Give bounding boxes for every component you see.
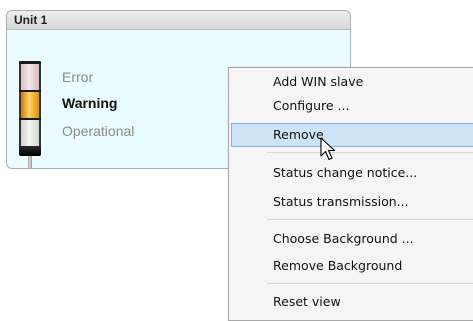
- status-operational-label: Operational: [62, 123, 135, 139]
- menu-item-status-transmission[interactable]: Status transmission...: [231, 190, 473, 214]
- operational-lamp: [19, 120, 41, 146]
- context-menu: Add WIN slave Configure ... Remove Statu…: [228, 67, 473, 321]
- menu-item-add-win-slave[interactable]: Add WIN slave: [231, 70, 473, 94]
- menu-item-remove[interactable]: Remove: [231, 123, 473, 147]
- signal-tower: [19, 61, 41, 168]
- menu-item-choose-background[interactable]: Choose Background ...: [231, 227, 473, 251]
- warning-lamp: [19, 92, 41, 118]
- error-lamp: [19, 64, 41, 90]
- menu-item-status-change-notice[interactable]: Status change notice...: [231, 161, 473, 185]
- menu-item-reset-view[interactable]: Reset view: [231, 290, 473, 314]
- tower-pole: [28, 156, 32, 168]
- menu-item-remove-background[interactable]: Remove Background: [231, 254, 473, 278]
- status-warning-label: Warning: [62, 95, 118, 111]
- menu-separator: [267, 219, 473, 220]
- menu-item-configure[interactable]: Configure ...: [231, 94, 473, 118]
- menu-separator: [267, 152, 473, 153]
- arrow-pointer-icon: [320, 137, 336, 161]
- tower-base: [19, 146, 41, 156]
- status-error-label: Error: [62, 69, 94, 85]
- menu-separator: [267, 283, 473, 284]
- unit-title: Unit 1: [7, 11, 350, 30]
